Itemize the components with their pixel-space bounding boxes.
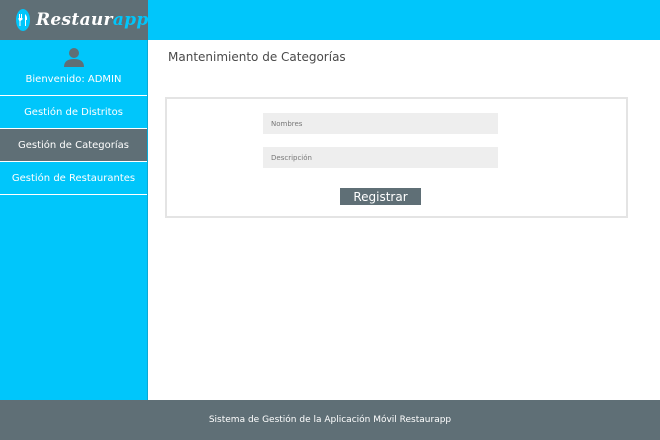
category-form: Registrar (165, 97, 628, 218)
user-block: Bienvenido: ADMIN (0, 40, 147, 96)
sidebar-item-categorias[interactable]: Gestión de Categorías (0, 129, 147, 162)
sidebar-item-restaurantes[interactable]: Gestión de Restaurantes (0, 162, 147, 195)
top-bar (148, 0, 660, 40)
logo-text-prefix: Restaur (36, 10, 113, 30)
footer-text: Sistema de Gestión de la Aplicación Móvi… (208, 415, 452, 425)
sidebar-item-label: Gestión de Restaurantes (11, 172, 136, 184)
user-icon (63, 46, 85, 68)
sidebar: Bienvenido: ADMIN Gestión de Distritos G… (0, 40, 148, 400)
sidebar-item-distritos[interactable]: Gestión de Distritos (0, 96, 147, 129)
page-title: Mantenimiento de Categorías (168, 50, 346, 64)
registrar-button[interactable]: Registrar (340, 188, 421, 205)
sidebar-item-label: Gestión de Categorías (17, 139, 129, 151)
sidebar-item-label: Gestión de Distritos (24, 106, 123, 118)
main-content: Mantenimiento de Categorías Registrar (148, 40, 660, 400)
welcome-text: Bienvenido: ADMIN (25, 74, 122, 85)
footer: Sistema de Gestión de la Aplicación Móvi… (0, 400, 660, 440)
descripcion-input[interactable] (263, 147, 498, 168)
logo[interactable]: Restaurapp (0, 0, 148, 40)
logo-text: Restaurapp (36, 10, 149, 30)
fork-knife-icon (16, 9, 30, 31)
nombres-input[interactable] (263, 113, 498, 134)
logo-text-accent: app (112, 10, 149, 30)
